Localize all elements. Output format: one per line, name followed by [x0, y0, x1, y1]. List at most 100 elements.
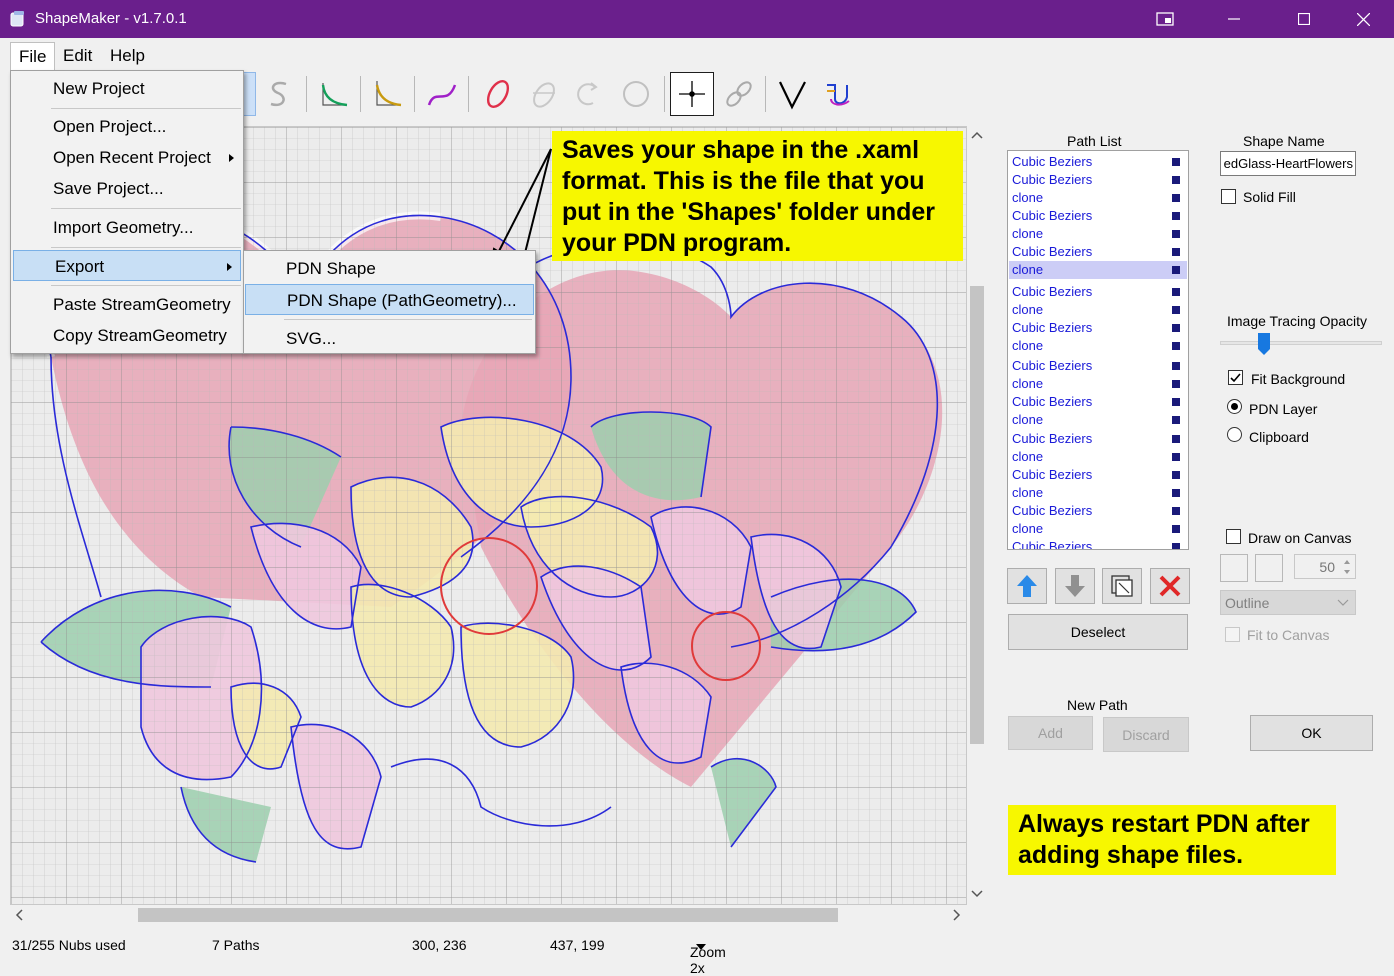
path-visibility-icon[interactable]	[1172, 158, 1180, 166]
path-visibility-icon[interactable]	[1172, 525, 1180, 533]
menu-paste-streamgeometry[interactable]: Paste StreamGeometry	[12, 289, 242, 320]
path-list-item[interactable]: Cubic Beziers	[1009, 538, 1187, 549]
path-visibility-icon[interactable]	[1172, 489, 1180, 497]
clipboard-radio[interactable]	[1227, 427, 1242, 442]
scroll-down-icon[interactable]	[971, 889, 983, 899]
path-visibility-icon[interactable]	[1172, 416, 1180, 424]
path-visibility-icon[interactable]	[1172, 398, 1180, 406]
horizontal-scrollbar[interactable]	[10, 905, 967, 925]
vertical-scrollbar[interactable]	[967, 126, 987, 905]
export-pdn-pathgeometry[interactable]: PDN Shape (PathGeometry)...	[245, 284, 534, 315]
color-swatch-primary[interactable]	[1220, 554, 1248, 582]
ellipse-tool-button[interactable]	[476, 72, 520, 116]
path-visibility-icon[interactable]	[1172, 362, 1180, 370]
horizontal-scroll-thumb[interactable]	[138, 908, 838, 922]
path-visibility-icon[interactable]	[1172, 194, 1180, 202]
discard-path-button[interactable]: Discard	[1103, 717, 1189, 752]
path-list-item[interactable]: clone	[1009, 301, 1187, 319]
menu-export[interactable]: Export	[13, 250, 241, 281]
menu-open-recent[interactable]: Open Recent Project	[12, 142, 242, 173]
path-visibility-icon[interactable]	[1172, 306, 1180, 314]
path-list-item[interactable]: Cubic Beziers	[1009, 319, 1187, 337]
quadratic-curve-tool-button[interactable]	[312, 72, 356, 116]
path-list-item[interactable]: Cubic Beziers	[1009, 502, 1187, 520]
maximize-icon[interactable]	[1281, 0, 1327, 38]
path-list-item[interactable]: clone	[1009, 520, 1187, 538]
menu-file[interactable]: File	[10, 42, 56, 70]
cubic-bezier-tool-button[interactable]	[420, 72, 464, 116]
snap-layout-icon[interactable]	[1142, 0, 1188, 38]
scroll-right-icon[interactable]	[952, 909, 962, 921]
move-up-button[interactable]	[1007, 568, 1047, 604]
path-direction-tool-button[interactable]	[816, 72, 860, 116]
vertical-scroll-thumb[interactable]	[970, 286, 984, 744]
path-list-item[interactable]: Cubic Beziers	[1009, 243, 1187, 261]
path-list-item[interactable]: Cubic Beziers	[1009, 393, 1187, 411]
path-list-item[interactable]: clone	[1009, 337, 1187, 355]
deselect-button[interactable]: Deselect	[1008, 614, 1188, 650]
path-visibility-icon[interactable]	[1172, 342, 1180, 350]
path-list-item[interactable]: Cubic Beziers	[1009, 357, 1187, 375]
circle-tool-button[interactable]	[614, 72, 658, 116]
path-visibility-icon[interactable]	[1172, 288, 1180, 296]
path-visibility-icon[interactable]	[1172, 230, 1180, 238]
minimize-icon[interactable]	[1211, 0, 1257, 38]
menu-import-geometry[interactable]: Import Geometry...	[12, 212, 242, 243]
shape-name-input[interactable]	[1220, 151, 1356, 176]
path-list-item[interactable]: Cubic Beziers	[1009, 153, 1187, 171]
export-svg[interactable]: SVG...	[245, 323, 534, 354]
menu-edit[interactable]: Edit	[55, 42, 100, 70]
path-list[interactable]: Cubic Beziers Cubic Beziers clone Cubic Bez…	[1007, 150, 1189, 550]
scroll-left-icon[interactable]	[14, 909, 24, 921]
path-visibility-icon[interactable]	[1172, 176, 1180, 184]
smooth-curve-tool-button[interactable]	[257, 72, 301, 116]
path-list-item[interactable]: clone	[1009, 261, 1187, 279]
brush-size-stepper[interactable]: 50	[1294, 554, 1356, 579]
fit-background-checkbox[interactable]	[1228, 370, 1243, 385]
link-paths-tool-button[interactable]	[717, 72, 761, 116]
zoom-dropdown[interactable]: Zoom 2x	[690, 937, 726, 976]
add-path-button[interactable]: Add	[1008, 716, 1093, 750]
draw-mode-select[interactable]: Outline	[1220, 590, 1356, 615]
fit-to-canvas-checkbox[interactable]	[1225, 627, 1240, 642]
nub-select-tool-button[interactable]	[670, 72, 714, 116]
path-list-item[interactable]: clone	[1009, 225, 1187, 243]
move-down-button[interactable]	[1055, 568, 1095, 604]
menu-save-project[interactable]: Save Project...	[12, 173, 242, 204]
path-list-item[interactable]: clone	[1009, 375, 1187, 393]
path-visibility-icon[interactable]	[1172, 212, 1180, 220]
duplicate-path-button[interactable]	[1102, 568, 1142, 604]
path-visibility-icon[interactable]	[1172, 324, 1180, 332]
path-list-item[interactable]: Cubic Beziers	[1009, 171, 1187, 189]
solid-fill-checkbox[interactable]	[1221, 189, 1236, 204]
path-visibility-icon[interactable]	[1172, 453, 1180, 461]
path-list-item[interactable]: Cubic Beziers	[1009, 207, 1187, 225]
menu-copy-streamgeometry[interactable]: Copy StreamGeometry	[12, 320, 242, 351]
rotate-arc-tool-button[interactable]	[566, 72, 610, 116]
path-list-item[interactable]: Cubic Beziers	[1009, 430, 1187, 448]
smooth-quadratic-tool-button[interactable]	[366, 72, 410, 116]
path-visibility-icon[interactable]	[1172, 543, 1180, 549]
path-visibility-icon[interactable]	[1172, 380, 1180, 388]
arc-tool-button[interactable]	[522, 72, 566, 116]
path-list-item[interactable]: Cubic Beziers	[1009, 466, 1187, 484]
vertex-tool-button[interactable]	[770, 72, 814, 116]
pdn-layer-radio[interactable]	[1227, 399, 1242, 414]
menu-help[interactable]: Help	[102, 42, 153, 70]
path-list-item[interactable]: clone	[1009, 189, 1187, 207]
ok-button[interactable]: OK	[1250, 715, 1373, 751]
tracing-opacity-slider[interactable]	[1220, 332, 1382, 356]
color-swatch-secondary[interactable]	[1255, 554, 1283, 582]
delete-path-button[interactable]	[1150, 568, 1190, 604]
scroll-up-icon[interactable]	[971, 130, 983, 140]
close-icon[interactable]	[1340, 0, 1386, 38]
path-list-item[interactable]: clone	[1009, 448, 1187, 466]
path-visibility-icon[interactable]	[1172, 507, 1180, 515]
slider-thumb[interactable]	[1257, 332, 1271, 356]
export-pdn-streamgeometry[interactable]: PDN Shape (StreamGeometry)...	[245, 253, 534, 309]
path-visibility-icon[interactable]	[1172, 435, 1180, 443]
stepper-arrows-icon[interactable]	[1342, 557, 1352, 577]
draw-on-canvas-checkbox[interactable]	[1226, 529, 1241, 544]
menu-new-project[interactable]: New Project	[12, 73, 242, 104]
path-list-item[interactable]: Cubic Beziers	[1009, 283, 1187, 301]
